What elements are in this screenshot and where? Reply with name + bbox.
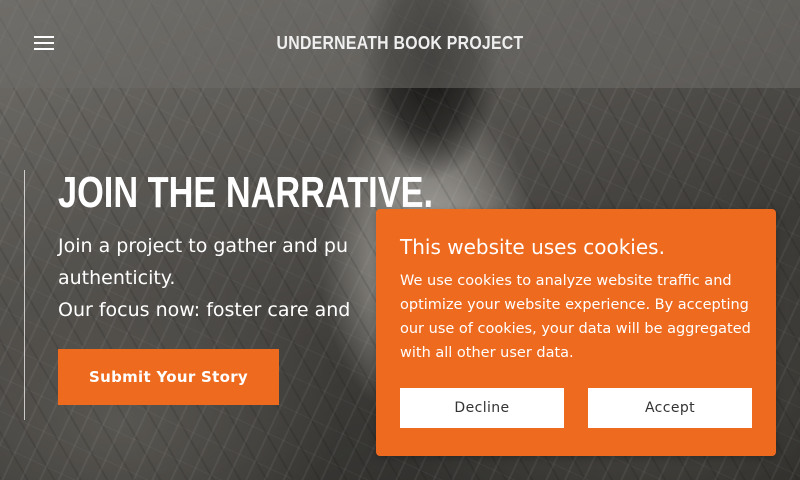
submit-story-button[interactable]: Submit Your Story — [58, 349, 279, 405]
intro-line: Our focus now: foster care and — [58, 299, 351, 321]
cookie-banner-message: We use cookies to analyze website traffi… — [400, 273, 751, 361]
hero-intro-text: Join a project to gather and pu authenti… — [58, 230, 388, 326]
cookie-banner-title: This website uses cookies. — [400, 235, 665, 259]
accept-cookies-button[interactable]: Accept — [588, 388, 752, 428]
site-title[interactable]: UNDERNEATH BOOK PROJECT — [48, 33, 752, 54]
intro-line: Join a project to gather and pu — [58, 235, 348, 257]
intro-line: authenticity. — [58, 267, 176, 289]
cookie-consent-banner: This website uses cookies. We use cookie… — [376, 209, 776, 456]
hero-divider-line — [24, 170, 25, 420]
site-header: UNDERNEATH BOOK PROJECT — [0, 0, 800, 88]
decline-cookies-button[interactable]: Decline — [400, 388, 564, 428]
